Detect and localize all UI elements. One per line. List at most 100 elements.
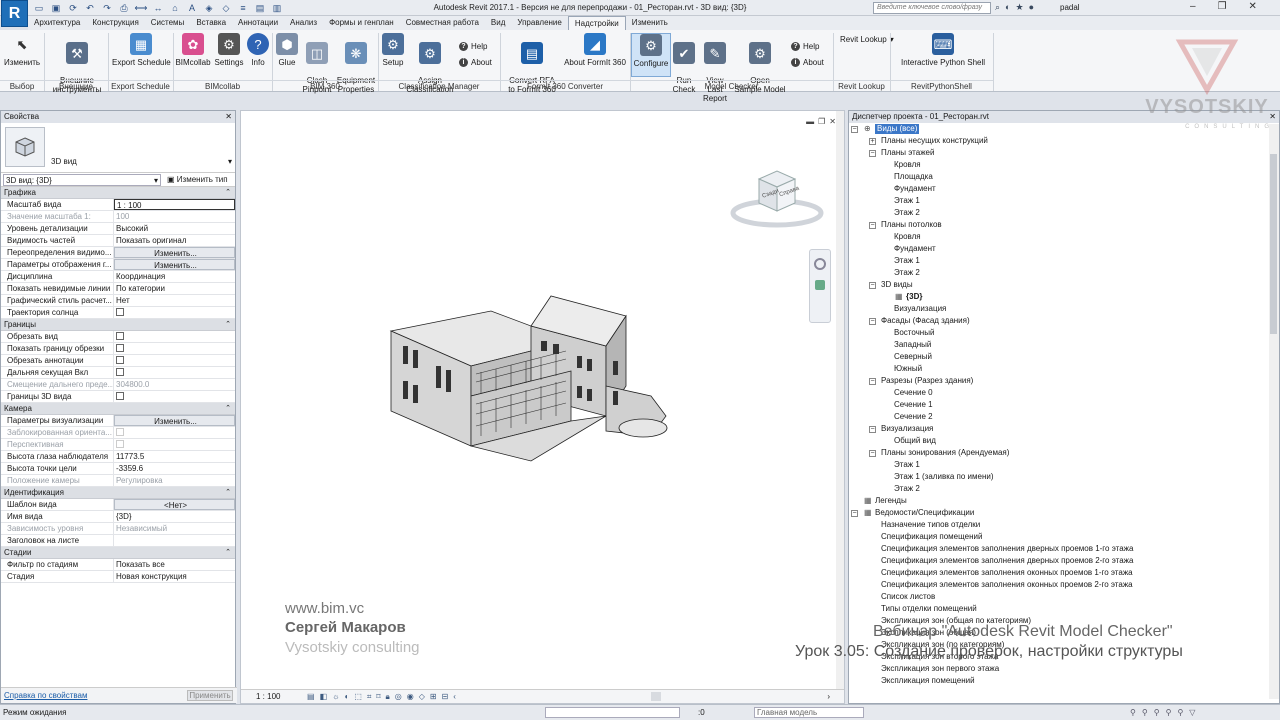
collapse-icon[interactable]: − — [869, 426, 876, 433]
far-clip-checkbox[interactable] — [116, 368, 124, 376]
tab-architecture[interactable]: Архитектура — [28, 16, 86, 30]
group-phasing[interactable]: Стадии ⌃ — [1, 547, 235, 559]
target-elevation-value[interactable]: -3359.6 — [114, 463, 235, 474]
undo-icon[interactable]: ↶ — [83, 2, 97, 14]
browser-item[interactable]: Планы этажей — [881, 148, 934, 158]
browser-item[interactable]: Назначение типов отделки — [881, 520, 980, 530]
about-button-classification[interactable]: i About — [459, 58, 492, 67]
visual-style-icon[interactable]: ◧ — [320, 690, 328, 703]
crop-icon[interactable]: ⌗ — [367, 690, 372, 703]
browser-item[interactable]: Виды (все) — [875, 124, 920, 134]
browser-item[interactable]: Этаж 1 (заливка по имени) — [894, 472, 994, 482]
tab-massing[interactable]: Формы и генплан — [323, 16, 400, 30]
vertical-scrollbar[interactable] — [836, 111, 844, 691]
browser-item[interactable]: Фундамент — [894, 184, 936, 194]
subscription-icon[interactable]: ◐ — [1005, 2, 1010, 13]
clash-pinpoint-button[interactable]: ◫ Clash Pinpoint — [300, 33, 334, 103]
text-icon[interactable]: A — [185, 2, 199, 14]
help-button-model-checker[interactable]: ? Help — [791, 42, 819, 51]
collapse-icon[interactable]: − — [851, 126, 858, 133]
crop-visibility-icon[interactable]: ⌑ — [376, 690, 380, 703]
about-formit-button[interactable]: ◢ About FormIt 360 — [562, 33, 628, 67]
save-icon[interactable]: ▣ — [49, 2, 63, 14]
crop-view-checkbox[interactable] — [116, 332, 124, 340]
detail-level-value[interactable]: Высокий — [114, 223, 235, 234]
browser-item[interactable]: Список листов — [881, 592, 935, 602]
close-icon[interactable]: ✕ — [1269, 111, 1276, 123]
browser-item[interactable]: Экспликация зон (по категориям) — [881, 640, 1004, 650]
open-icon[interactable]: ▭ — [32, 2, 46, 14]
temporary-hide-icon[interactable]: ◎ — [395, 690, 402, 703]
close-icon[interactable]: ✕ — [1249, 1, 1257, 12]
title-on-sheet-value[interactable] — [114, 535, 235, 546]
scale-input[interactable]: 1 : 100 — [114, 199, 235, 210]
crop-visible-checkbox[interactable] — [116, 344, 124, 352]
thin-lines-icon[interactable]: ≡ — [236, 2, 250, 14]
browser-item[interactable]: Спецификация элементов заполнения дверны… — [881, 556, 1133, 566]
tag-icon[interactable]: ⌂ — [168, 2, 182, 14]
browser-item[interactable]: Кровля — [894, 232, 921, 242]
hidden-lines-value[interactable]: По категории — [114, 283, 235, 294]
print-icon[interactable]: ⎙ — [117, 2, 131, 14]
render-settings-edit-button[interactable]: Изменить... — [114, 415, 235, 426]
annotation-crop-checkbox[interactable] — [116, 356, 124, 364]
browser-item[interactable]: Этаж 1 — [894, 196, 920, 206]
browser-item[interactable]: Спецификация элементов заполнения оконны… — [881, 580, 1133, 590]
bimcollab-button[interactable]: ✿ BIMcollab — [175, 33, 211, 67]
browser-item[interactable]: Восточный — [894, 328, 934, 338]
browser-item[interactable]: Этаж 2 — [894, 268, 920, 278]
open-sample-model-button[interactable]: ⚙ Open Sample Model — [734, 33, 786, 103]
close-icon[interactable]: ✕ — [829, 117, 836, 126]
shadows-icon[interactable]: ◐ — [344, 690, 349, 703]
collapse-icon[interactable]: − — [869, 222, 876, 229]
browser-item[interactable]: Фундамент — [894, 244, 936, 254]
browser-item[interactable]: Этаж 1 — [894, 460, 920, 470]
default-style-value[interactable]: Нет — [114, 295, 235, 306]
measure-icon[interactable]: ⟷ — [134, 2, 148, 14]
help-button-classification[interactable]: ? Help — [459, 42, 487, 51]
browser-item[interactable]: Общий вид — [894, 436, 936, 446]
view-template-button[interactable]: <Нет> — [114, 499, 235, 510]
zoom-icon[interactable] — [815, 280, 825, 290]
eye-elevation-value[interactable]: 11773.5 — [114, 451, 235, 462]
scroll-right-icon[interactable]: › — [827, 690, 830, 703]
browser-item[interactable]: Фасады (Фасад здания) — [881, 316, 970, 326]
equipment-properties-button[interactable]: ❋ Equipment Properties — [335, 33, 377, 103]
minimize-icon[interactable]: ▬ — [806, 117, 814, 126]
browser-item[interactable]: Легенды — [875, 496, 907, 506]
3d-view-icon[interactable]: ◈ — [202, 2, 216, 14]
search-icon[interactable]: ⌕ — [995, 2, 1000, 13]
browser-item[interactable]: Экспликация зон (общая по категориям) — [881, 616, 1031, 626]
browser-item[interactable]: Северный — [894, 352, 932, 362]
phase-value[interactable]: Новая конструкция — [114, 571, 235, 582]
highlight-displacement-icon[interactable]: ⊞ — [430, 690, 437, 703]
external-tools-button[interactable]: ⚒ Внешние инструменты — [50, 33, 104, 103]
browser-item[interactable]: Южный — [894, 364, 922, 374]
reveal-hidden-icon[interactable]: ◉ — [407, 690, 414, 703]
browser-item[interactable]: Визуализация — [894, 304, 946, 314]
group-extents[interactable]: Границы ⌃ — [1, 319, 235, 331]
view-scale[interactable]: 1 : 100 — [256, 690, 280, 703]
section-icon[interactable]: ◇ — [219, 2, 233, 14]
detail-level-icon[interactable]: ▤ — [307, 690, 315, 703]
worksharing-icon[interactable]: ⊟ — [442, 690, 449, 703]
browser-item[interactable]: Визуализация — [881, 424, 933, 434]
browser-item[interactable]: Этаж 2 — [894, 208, 920, 218]
group-identity[interactable]: Идентификация ⌃ — [1, 487, 235, 499]
tab-modify[interactable]: Изменить — [626, 16, 674, 30]
setup-button[interactable]: ⚙ Setup — [380, 33, 406, 67]
collapse-icon[interactable]: − — [851, 510, 858, 517]
scroll-left-icon[interactable]: ‹ — [453, 690, 456, 703]
collapse-icon[interactable]: − — [869, 318, 876, 325]
user-name[interactable]: padal — [1060, 3, 1080, 12]
tab-analyze[interactable]: Анализ — [284, 16, 323, 30]
tab-view[interactable]: Вид — [485, 16, 511, 30]
lock-icon[interactable]: 🔒︎ — [386, 690, 390, 703]
browser-item[interactable]: Планы потолков — [881, 220, 942, 230]
export-schedule-button[interactable]: ▦ Export Schedule — [112, 33, 171, 67]
chevron-down-icon[interactable]: ▾ — [228, 157, 232, 166]
browser-item[interactable]: Спецификация элементов заполнения оконны… — [881, 568, 1133, 578]
revit-lookup-button[interactable]: Revit Lookup ▾ — [840, 35, 894, 44]
browser-item[interactable]: Экспликация зон (общая) — [881, 628, 976, 638]
browser-item[interactable]: Этаж 2 — [894, 484, 920, 494]
